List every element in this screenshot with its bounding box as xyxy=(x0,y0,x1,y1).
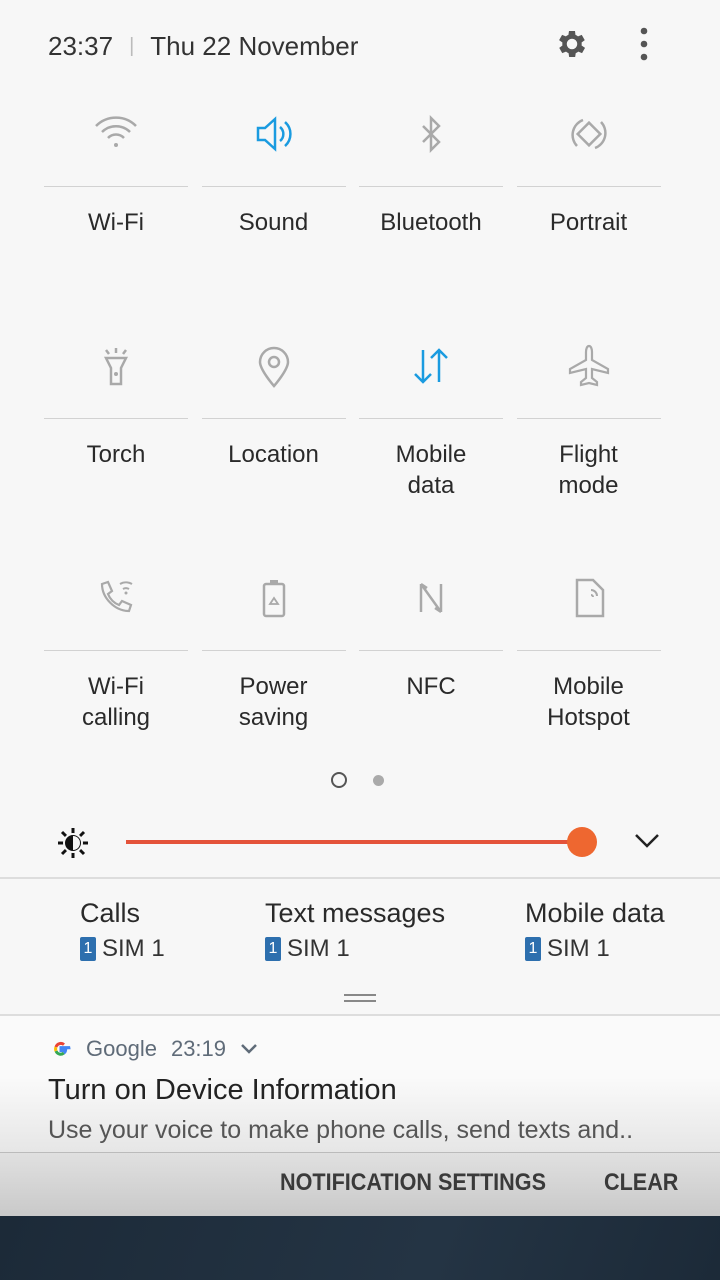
tile-sound[interactable]: Sound xyxy=(201,96,346,238)
sim-title: Mobile data xyxy=(525,898,665,928)
brightness-row xyxy=(0,820,720,864)
page-dot-current[interactable] xyxy=(331,772,347,788)
divider xyxy=(359,650,503,651)
expand-icon[interactable] xyxy=(240,1043,258,1055)
home-wallpaper xyxy=(0,1216,720,1280)
tile-label: Power saving xyxy=(238,673,309,731)
tile-mobile-hotspot[interactable]: Mobile Hotspot xyxy=(516,560,661,733)
divider xyxy=(44,418,188,419)
tile-portrait[interactable]: Portrait xyxy=(516,96,661,238)
sim-mobile-data[interactable]: Mobile data 1 SIM 1 xyxy=(525,898,665,963)
tile-location[interactable]: Location xyxy=(201,328,346,470)
rotate-icon xyxy=(570,118,607,150)
sim-badge: 1 xyxy=(525,937,541,961)
tile-bluetooth[interactable]: Bluetooth xyxy=(359,96,503,238)
chevron-down-icon[interactable] xyxy=(634,832,660,850)
sim-title: Calls xyxy=(80,898,141,928)
status-header: 23:37 | Thu 22 November xyxy=(48,26,358,66)
tile-label: NFC xyxy=(406,673,456,700)
sim-badge: 1 xyxy=(80,937,96,961)
brightness-icon xyxy=(58,828,88,858)
notification-app: Google xyxy=(86,1036,157,1061)
tile-wi-fi[interactable]: Wi-Fi xyxy=(44,96,188,238)
divider: | xyxy=(129,34,135,57)
divider xyxy=(44,650,188,651)
divider xyxy=(201,186,346,187)
divider xyxy=(516,186,661,187)
sim-name: SIM 1 xyxy=(102,935,165,962)
notification-title: Turn on Device Information xyxy=(48,1074,397,1106)
wifi-calling-icon xyxy=(100,580,133,613)
tile-label: Wi-Fi calling xyxy=(81,673,151,731)
date: Thu 22 November xyxy=(150,30,359,61)
more-options-icon[interactable] xyxy=(630,26,658,64)
divider xyxy=(359,418,503,419)
notification-time: 23:19 xyxy=(170,1036,227,1061)
notification-body: Use your voice to make phone calls, send… xyxy=(48,1116,634,1144)
page-dot[interactable] xyxy=(373,774,384,786)
tile-power-saving[interactable]: Power saving xyxy=(201,560,346,733)
tile-label: Location xyxy=(228,441,319,468)
tile-flight-mode[interactable]: Flight mode xyxy=(516,328,661,501)
brightness-slider-handle[interactable] xyxy=(567,827,597,857)
divider xyxy=(201,650,346,651)
nfc-icon xyxy=(419,582,443,614)
sim-title: Text messages xyxy=(265,898,446,928)
hotspot-icon xyxy=(575,578,604,618)
sim-badge: 1 xyxy=(265,937,281,961)
tile-label: Bluetooth xyxy=(380,209,482,236)
page-indicator xyxy=(331,772,384,788)
clear-button[interactable]: CLEAR xyxy=(604,1169,678,1197)
clock: 23:37 xyxy=(48,30,114,61)
bluetooth-icon xyxy=(422,114,441,154)
divider xyxy=(0,877,720,879)
tile-label: Sound xyxy=(238,209,309,236)
sim-name: SIM 1 xyxy=(287,935,350,962)
tile-torch[interactable]: Torch xyxy=(44,328,188,470)
sound-icon xyxy=(256,116,292,152)
divider xyxy=(44,186,188,187)
torch-icon xyxy=(103,348,129,386)
wifi-icon xyxy=(95,116,137,147)
drag-handle[interactable] xyxy=(344,994,376,1002)
divider xyxy=(516,418,661,419)
tile-wi-fi-calling[interactable]: Wi-Fi calling xyxy=(44,560,188,733)
gear-icon[interactable] xyxy=(554,26,590,62)
tile-label: Wi-Fi xyxy=(88,209,144,236)
power-saving-icon xyxy=(262,580,285,618)
location-icon xyxy=(258,346,289,388)
tile-label: Mobile data xyxy=(395,441,467,499)
tile-label: Flight mode xyxy=(558,441,619,499)
tile-label: Torch xyxy=(86,441,146,468)
notification-actions: NOTIFICATION SETTINGS CLEAR xyxy=(0,1152,720,1216)
sim-name: SIM 1 xyxy=(547,935,610,962)
divider xyxy=(516,650,661,651)
notification-settings-button[interactable]: NOTIFICATION SETTINGS xyxy=(280,1169,546,1197)
notification-card[interactable]: Google 23:19 Turn on Device Information … xyxy=(0,1016,720,1152)
google-icon xyxy=(54,1041,71,1056)
tile-label: Portrait xyxy=(549,209,628,236)
divider xyxy=(201,418,346,419)
tile-nfc[interactable]: NFC xyxy=(359,560,503,702)
mobile-data-icon xyxy=(414,348,448,384)
sim-text-messages[interactable]: Text messages 1 SIM 1 xyxy=(265,898,445,963)
tile-mobile-data[interactable]: Mobile data xyxy=(359,328,503,501)
brightness-slider[interactable] xyxy=(126,840,582,844)
tile-label: Mobile Hotspot xyxy=(547,673,630,731)
divider xyxy=(359,186,503,187)
sim-calls[interactable]: Calls 1 SIM 1 xyxy=(80,898,165,963)
airplane-icon xyxy=(568,344,609,387)
